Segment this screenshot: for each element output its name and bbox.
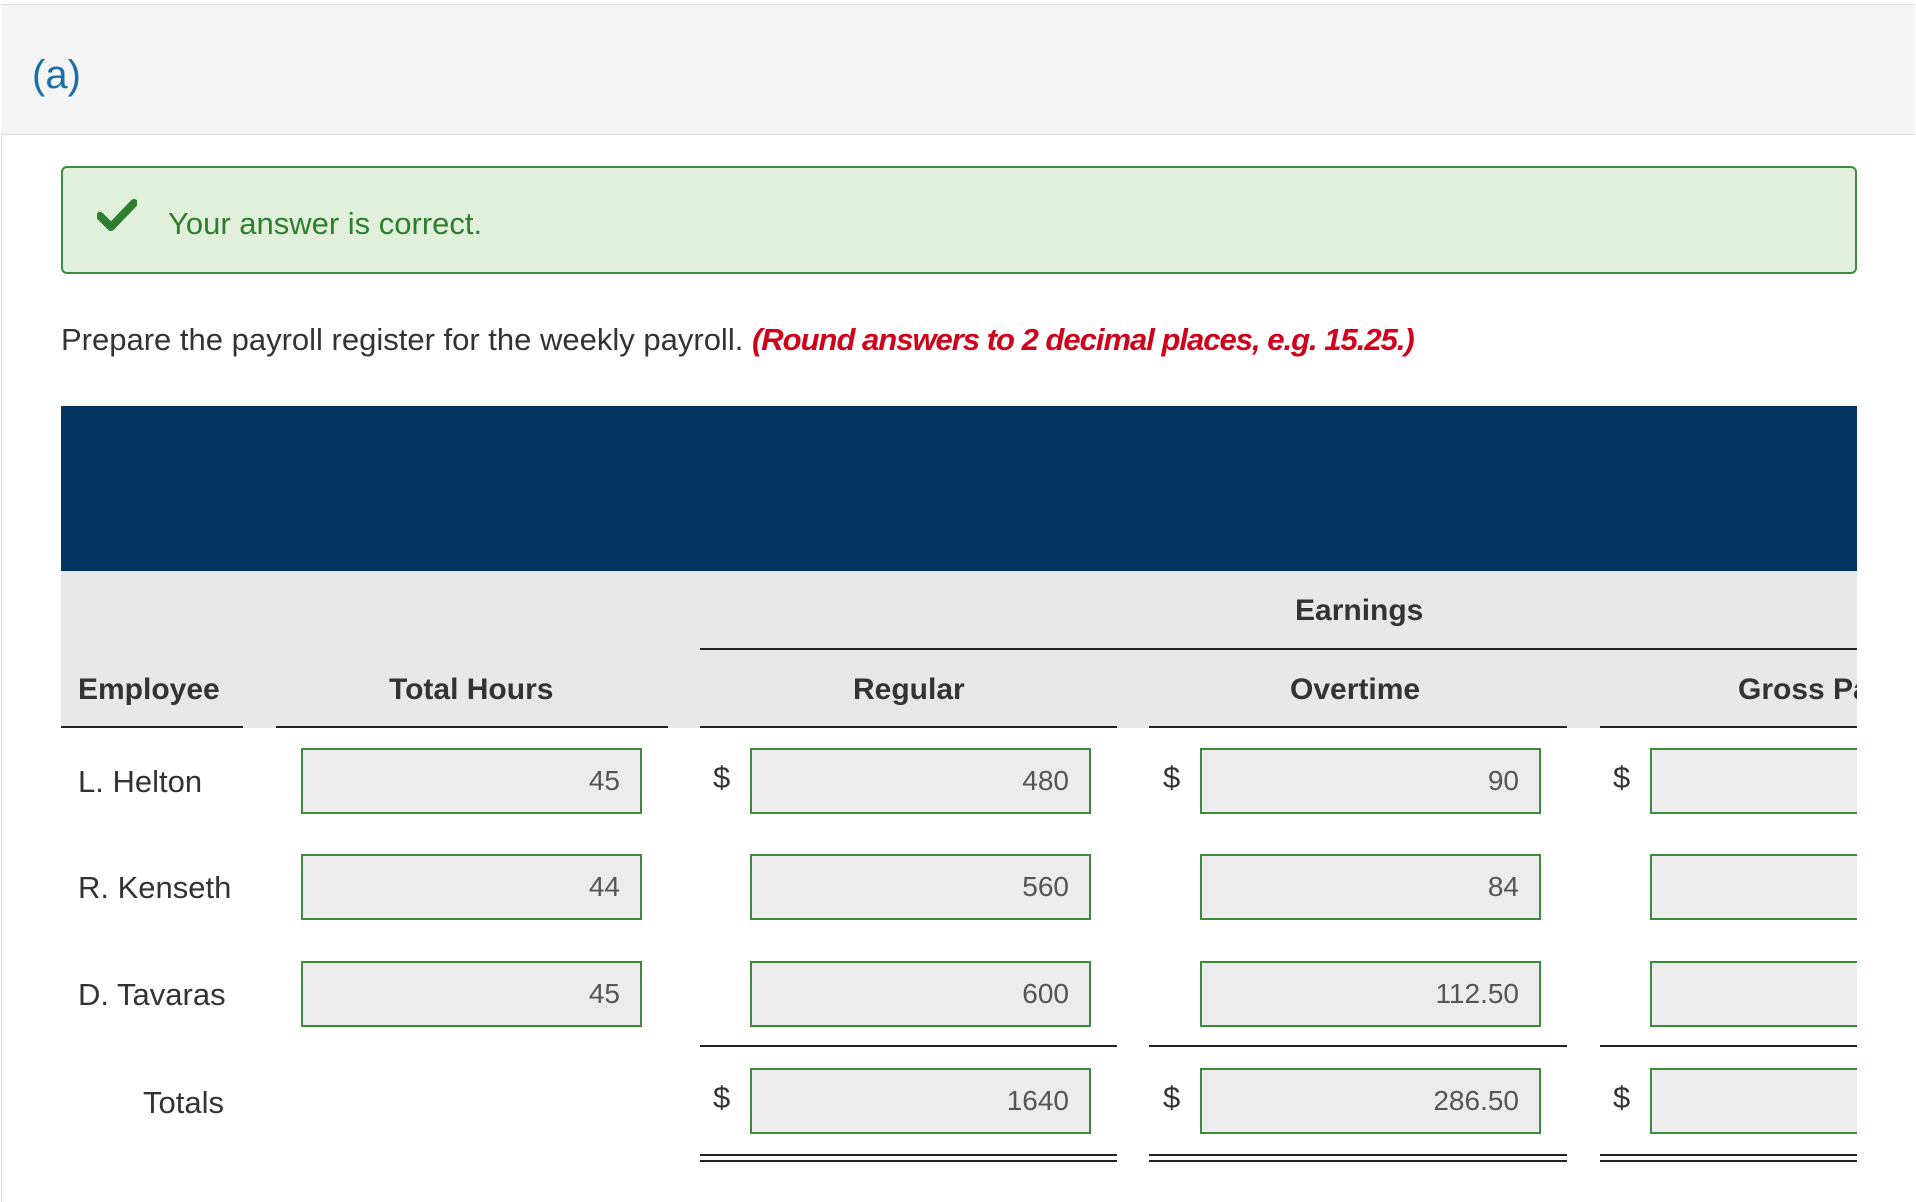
dollar-sign: $ [713, 760, 731, 795]
payroll-register: Earnings Employee Total Hours Regular Ov… [0, 0, 1857, 1202]
regular-earnings-input[interactable]: 560 [750, 854, 1091, 920]
regular-earnings-input[interactable]: 600 [750, 961, 1091, 1027]
total-hours-input[interactable]: 45 [301, 748, 642, 814]
employee-header-underline [61, 726, 243, 728]
gross-total-double-rule [1600, 1154, 1857, 1156]
dollar-sign: $ [1163, 760, 1181, 795]
gross-total-double-rule [1600, 1160, 1857, 1162]
hours-header-underline [276, 726, 668, 728]
total-hours-input[interactable]: 44 [301, 854, 642, 920]
gross-pay-input[interactable] [1650, 961, 1857, 1027]
overtime-earnings-input[interactable]: 84 [1200, 854, 1541, 920]
regular-total-input[interactable]: 1640 [750, 1068, 1091, 1134]
employee-name: R. Kenseth [78, 870, 232, 905]
overtime-total-input[interactable]: 286.50 [1200, 1068, 1541, 1134]
gross-header-underline [1600, 726, 1857, 728]
overtime-subtotal-rule [1149, 1045, 1567, 1047]
regular-header-underline [700, 726, 1117, 728]
employee-name: L. Helton [78, 764, 203, 799]
col-header-total-hours: Total Hours [389, 673, 554, 706]
col-header-overtime: Overtime [1290, 673, 1421, 706]
gross-subtotal-rule [1600, 1045, 1857, 1047]
overtime-earnings-input[interactable]: 90 [1200, 748, 1541, 814]
overtime-earnings-input[interactable]: 112.50 [1200, 961, 1541, 1027]
gross-pay-input[interactable] [1650, 748, 1857, 814]
col-header-regular: Regular [853, 673, 965, 706]
regular-total-double-rule [700, 1160, 1117, 1162]
col-header-employee: Employee [78, 673, 220, 706]
regular-total-double-rule [700, 1154, 1117, 1156]
dollar-sign: $ [713, 1080, 731, 1115]
regular-subtotal-rule [700, 1045, 1117, 1047]
dollar-sign: $ [1613, 1080, 1631, 1115]
gross-pay-total-input[interactable] [1650, 1068, 1857, 1134]
gross-pay-input[interactable] [1650, 854, 1857, 920]
earnings-underline [700, 648, 1857, 650]
overtime-total-double-rule [1149, 1154, 1567, 1156]
overtime-total-double-rule [1149, 1160, 1567, 1162]
col-header-gross-pay: Gross Pa [1738, 673, 1857, 706]
regular-earnings-input[interactable]: 480 [750, 748, 1091, 814]
dollar-sign: $ [1613, 760, 1631, 795]
total-hours-input[interactable]: 45 [301, 961, 642, 1027]
table-title-band [61, 406, 1857, 571]
overtime-header-underline [1149, 726, 1567, 728]
totals-label: Totals [143, 1085, 224, 1120]
earnings-group-header: Earnings [1295, 594, 1424, 627]
dollar-sign: $ [1163, 1080, 1181, 1115]
employee-name: D. Tavaras [78, 977, 226, 1012]
